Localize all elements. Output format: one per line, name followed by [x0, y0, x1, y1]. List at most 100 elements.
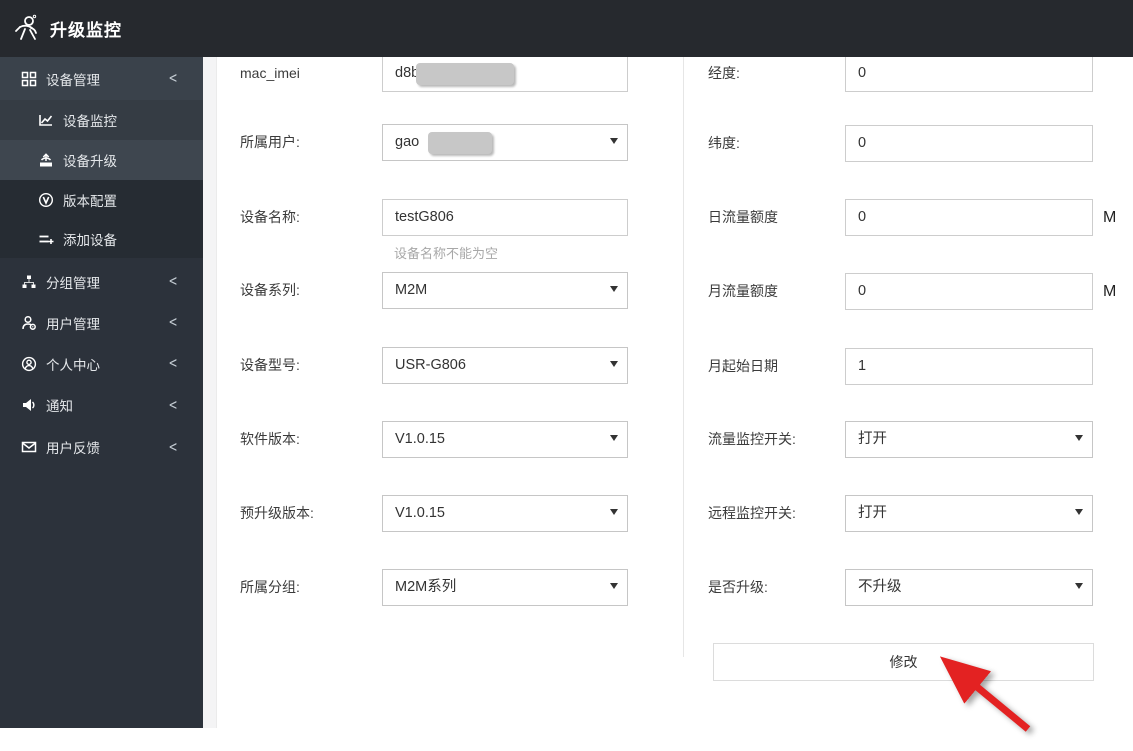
- sidebar-item-personal-center[interactable]: 个人中心 <: [0, 343, 203, 384]
- sidebar-item-label: 个人中心: [46, 357, 100, 373]
- app-header: 升级监控: [0, 0, 1133, 57]
- software-version-select[interactable]: V1.0.15: [382, 421, 628, 458]
- sidebar-item-user-feedback[interactable]: 用户反馈 <: [0, 426, 203, 468]
- sidebar-item-label: 用户反馈: [46, 441, 100, 456]
- month-start-date-input[interactable]: 1: [845, 348, 1093, 385]
- app-logo: 升级监控: [12, 13, 122, 45]
- chevron-down-icon: [1075, 583, 1083, 589]
- field-value: V1.0.15: [395, 505, 445, 521]
- chevron-down-icon: [1075, 509, 1083, 515]
- latitude-input[interactable]: 0: [845, 125, 1093, 162]
- sidebar-item-version-config[interactable]: 版本配置: [0, 180, 203, 219]
- sidebar-item-device-monitor[interactable]: 设备监控: [0, 100, 203, 140]
- field-row-device-name: 设备名称: testG806 设备名称不能为空: [240, 199, 630, 261]
- field-label: 远程监控开关:: [708, 505, 796, 521]
- sidebar-item-add-device[interactable]: 添加设备: [0, 219, 203, 258]
- field-value: 0: [858, 283, 867, 299]
- field-label: 月流量额度: [708, 283, 778, 299]
- field-label: 设备名称:: [240, 209, 300, 225]
- field-value: 0: [858, 209, 867, 225]
- sidebar-item-label: 设备管理: [46, 72, 100, 88]
- field-row-mac-imei: mac_imei d8b: [240, 55, 630, 92]
- field-value: M2M: [395, 282, 428, 298]
- field-row-month-start-date: 月起始日期 1: [708, 348, 1095, 385]
- add-device-icon: [38, 231, 54, 247]
- preupgrade-version-select[interactable]: V1.0.15: [382, 495, 628, 532]
- chevron-left-icon: <: [169, 354, 177, 373]
- envelope-icon: [21, 439, 37, 455]
- grid-icon: [21, 71, 37, 87]
- field-row-owner-user: 所属用户: gao: [240, 124, 630, 161]
- field-label: 设备系列:: [240, 282, 300, 298]
- redaction-blur: [416, 63, 514, 85]
- redaction-blur: [428, 132, 492, 154]
- field-value: gao: [395, 134, 420, 150]
- chevron-left-icon: <: [169, 272, 177, 291]
- sidebar-item-device-management[interactable]: 设备管理 <: [0, 57, 203, 100]
- chevron-left-icon: <: [169, 313, 177, 332]
- field-row-remote-monitor-switch: 远程监控开关: 打开: [708, 495, 1095, 532]
- field-label: 软件版本:: [240, 431, 300, 447]
- remote-monitor-switch-select[interactable]: 打开: [845, 495, 1093, 532]
- longitude-input[interactable]: 0: [845, 55, 1093, 92]
- usr-figure-logo-icon: [15, 14, 37, 40]
- sidebar-item-label: 用户管理: [46, 316, 100, 332]
- field-label: 设备型号:: [240, 357, 300, 373]
- chevron-left-icon: <: [169, 437, 177, 457]
- sidebar-item-device-upgrade[interactable]: 设备升级: [0, 140, 203, 180]
- field-value: 打开: [858, 431, 887, 447]
- version-config-icon: [38, 192, 54, 208]
- field-label: 预升级版本:: [240, 505, 314, 521]
- sidebar-item-label: 添加设备: [63, 232, 117, 248]
- field-value: M2M系列: [395, 579, 457, 595]
- field-value: 0: [858, 65, 867, 81]
- field-row-latitude: 纬度: 0: [708, 125, 1095, 162]
- group-tree-icon: [21, 274, 37, 290]
- column-divider: [683, 57, 684, 657]
- field-row-device-series: 设备系列: M2M: [240, 272, 630, 309]
- field-row-traffic-monitor-switch: 流量监控开关: 打开: [708, 421, 1095, 458]
- chevron-down-icon: [610, 138, 618, 144]
- content-gutter: [203, 57, 217, 728]
- sidebar-item-label: 分组管理: [46, 275, 100, 291]
- daily-traffic-quota-input[interactable]: 0: [845, 199, 1093, 236]
- sidebar-item-notifications[interactable]: 通知 <: [0, 384, 203, 426]
- sidebar-item-group-management[interactable]: 分组管理 <: [0, 261, 203, 302]
- field-row-longitude: 经度: 0: [708, 55, 1095, 92]
- chevron-down-icon: [610, 435, 618, 441]
- owner-user-select[interactable]: gao: [382, 124, 628, 161]
- sidebar-item-label: 设备监控: [63, 114, 117, 129]
- field-value: 1: [858, 358, 867, 374]
- field-label: 日流量额度: [708, 209, 778, 225]
- field-value: USR-G806: [395, 357, 466, 373]
- unit-suffix: M: [1103, 283, 1117, 300]
- sidebar-nav: 设备管理 < 设备监控 设备升级 版本配置 添加设备 分组管理 < 用户管理 <…: [0, 57, 203, 728]
- sidebar-item-label: 通知: [46, 399, 73, 414]
- sidebar-item-user-management[interactable]: 用户管理 <: [0, 302, 203, 343]
- profile-icon: [21, 356, 37, 372]
- chevron-down-icon: [1075, 435, 1083, 441]
- chevron-down-icon: [610, 361, 618, 367]
- device-model-select[interactable]: USR-G806: [382, 347, 628, 384]
- modify-button[interactable]: 修改: [713, 643, 1094, 681]
- owner-group-select[interactable]: M2M系列: [382, 569, 628, 606]
- field-label: 月起始日期: [708, 358, 778, 374]
- device-name-input[interactable]: testG806: [382, 199, 628, 236]
- mac-imei-input[interactable]: d8b: [382, 55, 628, 92]
- traffic-monitor-switch-select[interactable]: 打开: [845, 421, 1093, 458]
- field-label: 纬度:: [708, 135, 740, 151]
- upgrade-flag-select[interactable]: 不升级: [845, 569, 1093, 606]
- app-title: 升级监控: [50, 21, 122, 40]
- device-name-hint: 设备名称不能为空: [394, 246, 499, 261]
- chevron-left-icon: <: [169, 395, 177, 415]
- unit-suffix: M: [1103, 209, 1117, 226]
- device-upgrade-icon: [38, 152, 54, 168]
- monthly-traffic-quota-input[interactable]: 0: [845, 273, 1093, 310]
- field-row-monthly-traffic-quota: 月流量额度 0 M: [708, 273, 1116, 310]
- field-label: 流量监控开关:: [708, 431, 796, 447]
- field-value: testG806: [395, 209, 454, 225]
- line-chart-icon: [38, 112, 54, 128]
- field-value: 打开: [858, 505, 887, 521]
- field-row-owner-group: 所属分组: M2M系列: [240, 569, 630, 606]
- device-series-select[interactable]: M2M: [382, 272, 628, 309]
